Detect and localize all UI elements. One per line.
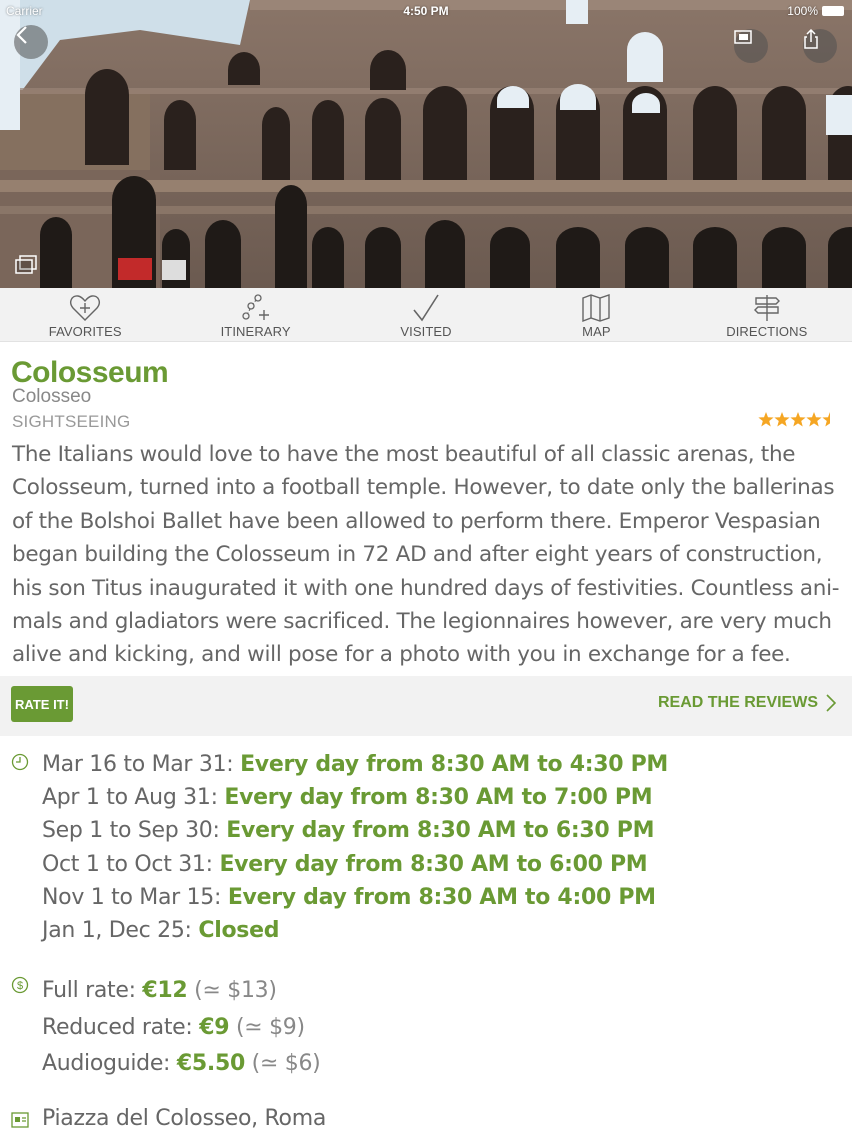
hours-period: Mar 16 to Mar 31: [42,752,234,777]
action-toolbar: FAVORITES ITINERARY VISITED MAP DIRECTIO… [0,288,852,342]
rating-bar: RATE IT! READ THE REVIEWS [0,676,852,736]
hours-value: Closed [198,918,280,944]
place-local-name: Colosseo [12,386,92,407]
star-icon [822,412,830,427]
price-row: Reduced rate: €9 (≃ $9) [42,1010,320,1047]
guidebook-button[interactable] [734,29,768,63]
place-title: Colosseum [11,356,169,389]
admission-prices: Full rate: €12 (≃ $13) Reduced rate: €9 … [42,973,321,1083]
star-icon [758,412,774,427]
battery-icon [822,6,844,16]
itinerary-icon [241,294,269,320]
read-reviews-label: READ THE REVIEWS [657,694,818,711]
map-label: MAP [582,324,611,339]
signpost-icon [753,295,780,321]
read-reviews-link[interactable]: READ THE REVIEWS [658,694,836,712]
price-converted: (≃ $9) [235,1014,305,1040]
itinerary-button[interactable]: ITINERARY [170,288,340,341]
hours-period: Oct 1 to Oct 31: [42,851,213,877]
hours-value: Every day from 8:30 AM to 7:00 PM [224,785,653,811]
price-row: Audioguide: €5.50 (≃ $6) [42,1046,321,1083]
hours-value: Every day from 8:30 AM to 4:00 PM [227,884,656,910]
clock-icon [11,753,29,771]
price-value: €12 [142,978,188,1003]
photos-icon [15,255,37,274]
hours-period: Apr 1 to Aug 31: [42,785,218,811]
place-description: The Italians would love to have the most… [12,442,840,668]
checkmark-icon [413,294,439,322]
hours-row: Mar 16 to Mar 31: Every day from 8:30 AM… [42,748,668,781]
hours-row: Jan 1, Dec 25: Closed [42,914,668,947]
address-card-icon [11,1112,29,1128]
rating-stars [758,412,830,427]
price-value: €9 [199,1014,230,1040]
opening-hours: Mar 16 to Mar 31: Every day from 8:30 AM… [42,748,668,947]
directions-label: DIRECTIONS [726,324,808,339]
hours-value: Every day from 8:30 AM to 6:30 PM [226,818,655,844]
hours-row: Nov 1 to Mar 15: Every day from 8:30 AM … [42,881,668,914]
hours-period: Sep 1 to Sep 30: [42,818,220,844]
rate-it-button[interactable]: RATE IT! [11,686,73,722]
hours-row: Sep 1 to Sep 30: Every day from 8:30 AM … [42,814,668,847]
heart-plus-icon [70,295,101,321]
book-icon [734,30,752,44]
hours-row: Apr 1 to Aug 31: Every day from 8:30 AM … [42,781,668,814]
price-label: Audioguide: [42,1051,171,1076]
visited-label: VISITED [400,324,452,339]
hours-period: Nov 1 to Mar 15: [42,884,222,910]
back-button[interactable] [14,25,48,59]
itinerary-label: ITINERARY [220,324,291,339]
status-bar: Carrier 4:50 PM 100% [0,0,852,22]
hours-row: Oct 1 to Oct 31: Every day from 8:30 AM … [42,848,668,881]
price-label: Full rate: [42,978,136,1003]
hero-photo[interactable]: Carrier 4:50 PM 100% [0,0,852,288]
price-converted: (≃ $13) [194,978,277,1003]
place-category: SIGHTSEEING [12,412,131,431]
svg-text:$: $ [17,980,23,992]
price-row: Full rate: €12 (≃ $13) [42,973,320,1010]
star-icon [790,412,806,427]
address[interactable]: Piazza del Colosseo, Roma [42,1106,326,1131]
photo-gallery-button[interactable] [14,255,38,275]
map-icon [582,294,611,322]
battery-percent: 100% [787,4,818,18]
map-button[interactable]: MAP [511,288,681,341]
favorites-button[interactable]: FAVORITES [0,288,170,341]
chevron-left-icon [16,26,27,44]
star-icon [774,412,790,427]
colosseum-illustration [0,0,852,288]
visited-button[interactable]: VISITED [341,288,511,341]
price-value: €5.50 [176,1051,245,1076]
hours-period: Jan 1, Dec 25: [42,918,192,944]
share-button[interactable] [803,29,837,63]
price-label: Reduced rate: [42,1014,193,1040]
directions-button[interactable]: DIRECTIONS [682,288,852,341]
favorites-label: FAVORITES [48,324,122,339]
hours-value: Every day from 8:30 AM to 4:30 PM [240,752,668,777]
dollar-icon: $ [11,976,29,994]
star-icon [806,412,822,427]
price-converted: (≃ $6) [251,1051,321,1076]
hours-value: Every day from 8:30 AM to 6:00 PM [219,851,648,877]
chevron-right-icon [826,694,836,712]
share-icon [804,29,818,49]
status-time: 4:50 PM [403,4,449,18]
